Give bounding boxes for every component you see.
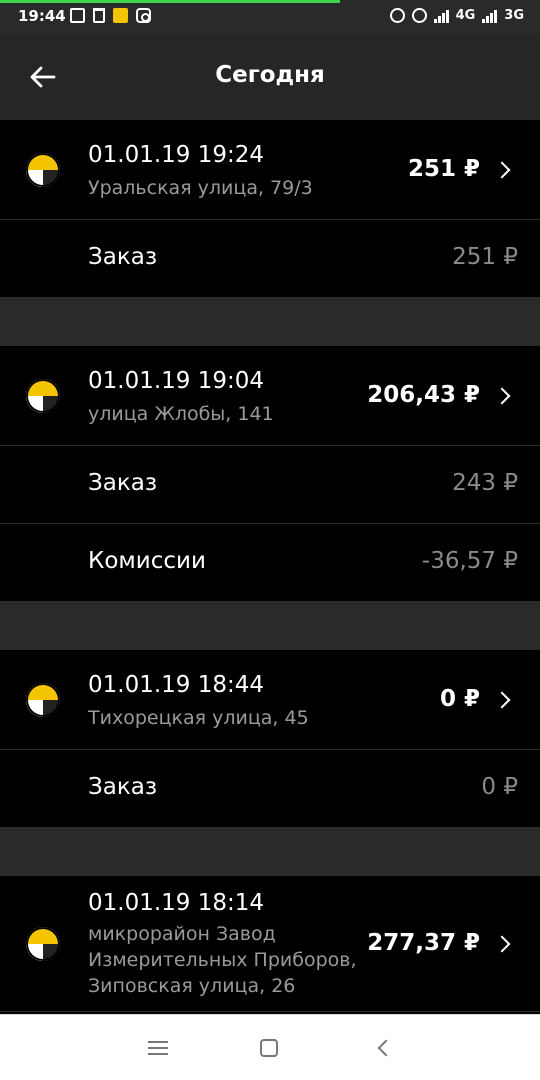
order-datetime: 01.01.19 19:04 [88, 368, 265, 394]
chevron-right-icon [493, 935, 511, 953]
detail-value: 251 ₽ [452, 244, 518, 270]
taxi-icon [26, 379, 60, 413]
chevron-right-icon [493, 387, 511, 405]
back-nav-icon[interactable] [377, 1039, 395, 1057]
order-row[interactable]: 01.01.19 18:44 Тихорецкая улица, 45 0 ₽ [0, 650, 540, 750]
detail-value: -36,57 ₽ [421, 548, 518, 574]
order-row[interactable]: 01.01.19 19:24 Уральская улица, 79/3 251… [0, 120, 540, 220]
detail-row: Заказ 251 ₽ [0, 220, 540, 298]
status-progress-line [0, 0, 340, 3]
order-address: Уральская улица, 79/3 [88, 177, 313, 199]
taxi-icon [26, 683, 60, 717]
chevron-right-icon [493, 161, 511, 179]
section-separator [0, 602, 540, 650]
section-separator [0, 828, 540, 876]
order-row[interactable]: 01.01.19 19:04 улица Жлобы, 141 206,43 ₽ [0, 346, 540, 446]
chevron-right-icon [493, 691, 511, 709]
menu-icon[interactable] [148, 1041, 168, 1055]
order-amount: 251 ₽ [407, 156, 480, 182]
message-icon [70, 8, 85, 23]
order-amount: 0 ₽ [439, 686, 480, 712]
order-address: Тихорецкая улица, 45 [88, 707, 309, 729]
signal-icon [433, 9, 449, 23]
alarm-icon [411, 8, 427, 23]
app-header: Сегодня [0, 34, 540, 120]
order-datetime: 01.01.19 18:44 [88, 672, 265, 698]
order-address: микрорайон Завод Измерительных Приборов,… [88, 923, 357, 997]
page-title: Сегодня [215, 62, 325, 88]
cup-icon [93, 8, 105, 23]
detail-value: 243 ₽ [452, 470, 518, 496]
app-notification-icon [113, 8, 128, 23]
detail-value: 0 ₽ [481, 774, 518, 800]
detail-row: Заказ 243 ₽ [0, 446, 540, 524]
home-icon[interactable] [260, 1039, 278, 1057]
detail-row: Заказ 0 ₽ [0, 750, 540, 828]
taxi-icon [26, 927, 60, 961]
network-type-2: 3G [504, 8, 524, 23]
detail-label: Заказ [88, 244, 158, 270]
order-datetime: 01.01.19 19:24 [88, 142, 265, 168]
detail-label: Комиссии [88, 548, 206, 574]
order-row[interactable]: 01.01.19 18:14 микрорайон Завод Измерите… [0, 876, 540, 1012]
system-navigation-bar [0, 1014, 540, 1080]
order-datetime: 01.01.19 18:14 [88, 890, 265, 916]
section-separator [0, 298, 540, 346]
detail-label: Заказ [88, 470, 158, 496]
system-icons: 4G 3G [389, 8, 524, 23]
status-time: 19:44 [18, 7, 66, 25]
signal-icon-2 [482, 9, 498, 23]
detail-row: Комиссии -36,57 ₽ [0, 524, 540, 602]
detail-label: Заказ [88, 774, 158, 800]
network-type-1: 4G [455, 8, 476, 23]
hotspot-icon [389, 8, 405, 23]
order-address: улица Жлобы, 141 [88, 403, 274, 425]
order-amount: 277,37 ₽ [367, 930, 480, 956]
notification-icons [70, 8, 151, 23]
instagram-icon [136, 8, 151, 23]
taxi-icon [26, 153, 60, 187]
status-bar: 19:44 4G 3G [0, 0, 540, 34]
order-amount: 206,43 ₽ [367, 382, 480, 408]
orders-list: 01.01.19 19:24 Уральская улица, 79/3 251… [0, 120, 540, 1012]
